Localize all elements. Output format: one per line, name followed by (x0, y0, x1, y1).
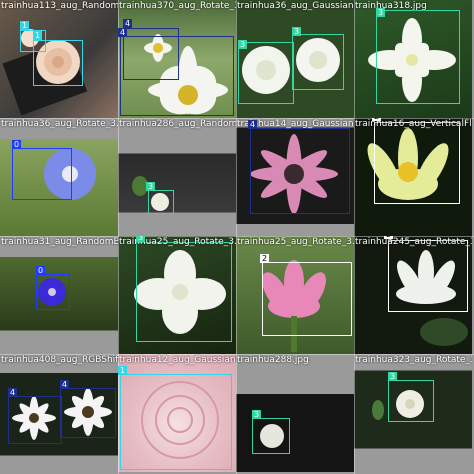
bbox (148, 190, 174, 214)
bbox (238, 42, 294, 104)
bbox-label: 1 (118, 366, 128, 375)
bbox-label: 3 (136, 236, 146, 242)
bbox-label: 0 (12, 140, 22, 149)
bbox-label: 2 (260, 254, 270, 263)
tile-caption: trainhua370_aug_Rotate_3.jpg (119, 1, 236, 11)
bbox-label: 3 (238, 40, 248, 49)
tile-caption: trainhua25_aug_Rotate_3.jpg (237, 237, 354, 247)
tile-8[interactable]: trainhua16_aug_VerticalFlip 2 (354, 118, 472, 236)
bbox (388, 380, 434, 422)
bbox-label: 3 (376, 8, 386, 17)
tile-caption: trainhua286_aug_RandomBrightnessContrast (119, 119, 236, 129)
bbox (374, 122, 460, 204)
bbox (292, 34, 344, 90)
tile-13[interactable]: trainhua408_aug_RGBShift.jpg 4 4 (0, 354, 118, 472)
bbox (376, 10, 460, 104)
tile-11[interactable]: trainhua25_aug_Rotate_3.jpg 2 (236, 236, 354, 354)
bbox (60, 388, 116, 438)
tile-7[interactable]: trainhua14_aug_GaussianBlur.jpg 4 (236, 118, 354, 236)
tile-caption: trainhua318.jpg (355, 1, 427, 11)
bbox (262, 262, 352, 336)
bbox (120, 36, 234, 116)
bbox (8, 396, 62, 444)
tile-4[interactable]: trainhua318.jpg 3 (354, 0, 472, 118)
bbox (36, 274, 70, 310)
bbox-label: 4 (8, 388, 18, 397)
bbox-label: 0 (36, 266, 46, 275)
tile-caption: trainhua36_aug_Rotate_3.jpg (1, 119, 118, 129)
bbox-label: 4 (60, 380, 70, 389)
bbox (388, 240, 468, 312)
bbox (120, 374, 232, 470)
bbox (252, 418, 290, 454)
bbox-label: 3 (252, 410, 262, 419)
tile-15[interactable]: trainhua288.jpg 3 (236, 354, 354, 472)
tile-caption: trainhua408_aug_RGBShift.jpg (1, 355, 118, 365)
bbox-label: 4 (118, 28, 128, 37)
bbox-label: 1 (33, 31, 43, 40)
bbox-label: 2 (372, 118, 382, 121)
tile-14[interactable]: trainhua12_aug_GaussianBlur.jpg 1 (118, 354, 236, 472)
bbox (12, 148, 72, 200)
bbox-label: 2 (384, 236, 394, 239)
tile-5[interactable]: trainhua36_aug_Rotate_3.jpg 0 (0, 118, 118, 236)
bbox-label: 4 (123, 19, 133, 28)
tile-caption: trainhua113_aug_RandomBrightnessContrast (1, 1, 118, 11)
tile-10[interactable]: trainhua25_aug_Rotate_3.jpg 3 (118, 236, 236, 354)
tile-caption: trainhua245_aug_Rotate_3 (355, 237, 472, 247)
tile-16[interactable]: trainhua323_aug_Rotate_3 3 (354, 354, 472, 472)
tile-12[interactable]: trainhua245_aug_Rotate_3 2 (354, 236, 472, 354)
gardenia-small-image (132, 176, 169, 211)
tile-caption: trainhua288.jpg (237, 355, 309, 365)
bbox-label: 3 (146, 182, 156, 191)
bbox (136, 242, 232, 342)
tile-6[interactable]: trainhua286_aug_RandomBrightnessContrast… (118, 118, 236, 236)
tile-caption: trainhua31_aug_RandomBrightnessContrast (1, 237, 118, 247)
bbox-label: 3 (388, 372, 398, 381)
tile-3[interactable]: trainhua36_aug_GaussianBlur.jpg 3 3 (236, 0, 354, 118)
bbox-label: 1 (20, 21, 30, 30)
mosaic-grid: trainhua113_aug_RandomBrightnessContrast… (0, 0, 474, 474)
tile-caption: trainhua12_aug_GaussianBlur.jpg (119, 355, 236, 365)
bbox (33, 40, 83, 86)
bbox-label: 3 (292, 27, 302, 36)
bbox-label: 4 (248, 120, 258, 129)
bbox (250, 128, 350, 214)
tile-9[interactable]: trainhua31_aug_RandomBrightnessContrast … (0, 236, 118, 354)
tile-caption: trainhua323_aug_Rotate_3 (355, 355, 472, 365)
tile-caption: trainhua36_aug_GaussianBlur.jpg (237, 1, 354, 11)
tile-1[interactable]: trainhua113_aug_RandomBrightnessContrast… (0, 0, 118, 118)
tile-2[interactable]: trainhua370_aug_Rotate_3.jpg 4 4 (118, 0, 236, 118)
